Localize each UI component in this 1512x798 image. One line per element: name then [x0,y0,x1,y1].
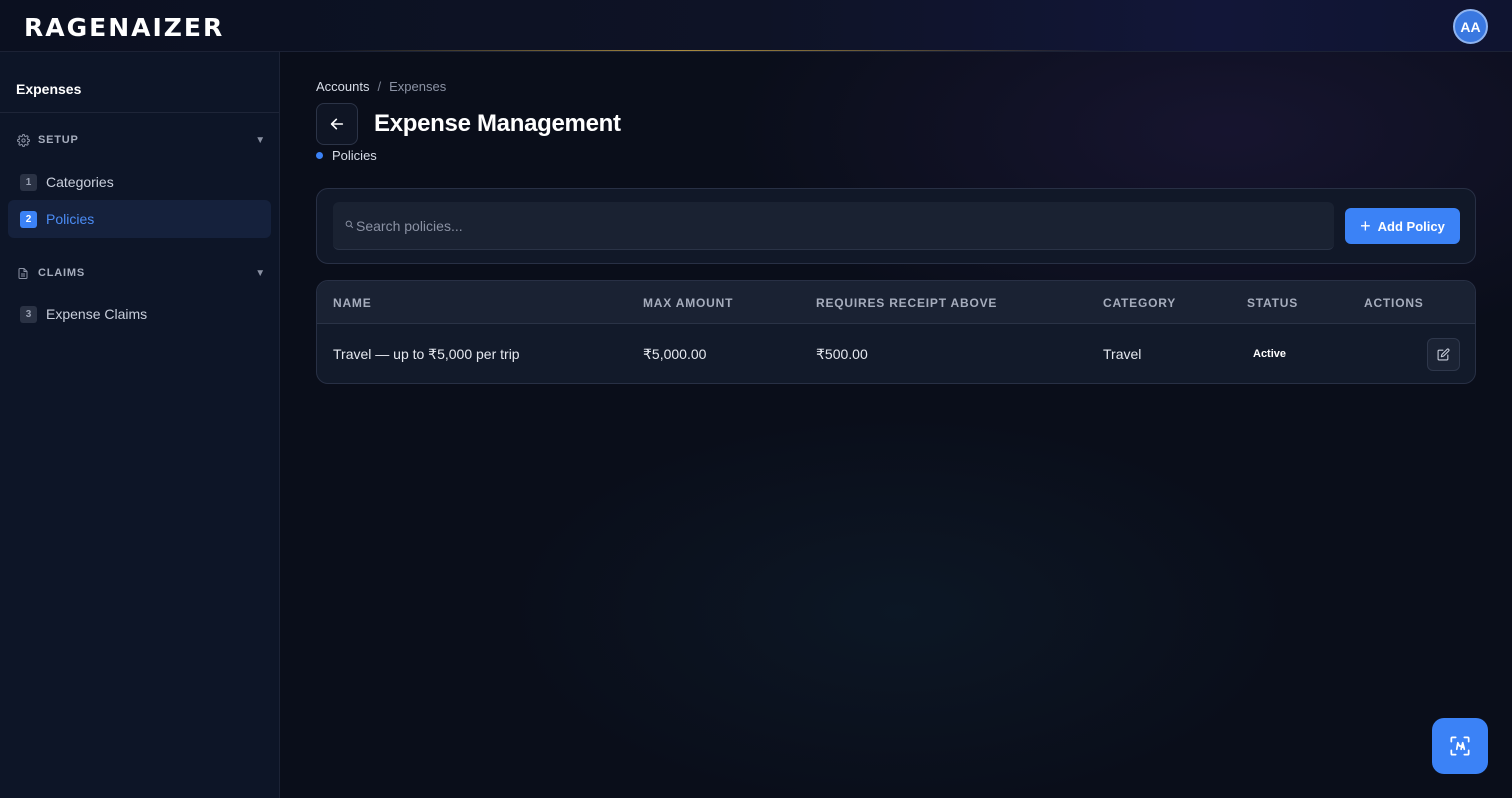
gear-icon [16,133,30,147]
current-section-indicator: Policies [316,148,377,163]
nav-number-badge: 3 [20,305,37,323]
sidebar-item-categories[interactable]: 1 Categories [8,163,271,201]
search-box[interactable] [333,202,1334,250]
policies-table: NAME MAX AMOUNT REQUIRES RECEIPT ABOVE C… [316,280,1476,384]
search-panel: + Add Policy [316,188,1476,264]
assistant-icon [1450,736,1470,756]
column-header-receipt-above[interactable]: REQUIRES RECEIPT ABOVE [816,281,997,324]
cell-receipt-above: ₹500.00 [816,345,868,362]
sidebar-item-label: Expense Claims [46,306,148,322]
main-content: Accounts / Expenses Expense Management P… [280,52,1512,798]
sidebar-item-label: Policies [46,211,95,227]
column-header-max-amount[interactable]: MAX AMOUNT [643,281,733,324]
sidebar-item-label: Categories [46,174,114,190]
sidebar: Expenses SETUP ▼ 1 Categories 2 Policies… [0,52,280,798]
current-section-label: Policies [332,148,377,163]
table-header: NAME MAX AMOUNT REQUIRES RECEIPT ABOVE C… [317,281,1475,324]
add-policy-label: Add Policy [1377,218,1445,234]
breadcrumb-separator: / [377,79,382,94]
section-label-setup: SETUP [38,134,79,146]
top-bar: RAGENAIZER AA [0,0,1512,52]
sidebar-divider [0,112,279,113]
table-row[interactable]: Travel — up to ₹5,000 per trip ₹5,000.00… [317,324,1475,383]
sidebar-title: Expenses [16,81,82,97]
column-header-name[interactable]: NAME [333,281,372,324]
cell-name: Travel — up to ₹5,000 per trip [333,345,520,362]
cell-status: Active [1247,324,1292,383]
chevron-down-icon: ▼ [255,134,266,146]
nav-number-badge: 1 [20,173,37,191]
assistant-fab-button[interactable] [1432,718,1488,774]
arrow-left-icon [330,118,344,130]
cell-category: Travel [1103,346,1142,362]
document-icon [16,266,30,280]
add-policy-button[interactable]: + Add Policy [1345,208,1460,244]
column-header-status[interactable]: STATUS [1247,281,1298,324]
status-dot [316,152,323,159]
breadcrumb-accounts[interactable]: Accounts [316,79,369,94]
topbar-accent-line [330,50,1110,51]
back-button[interactable] [316,103,358,145]
app-logo[interactable]: RAGENAIZER [24,14,224,42]
edit-icon [1437,348,1450,361]
sidebar-item-policies[interactable]: 2 Policies [8,200,271,238]
section-header-claims[interactable]: CLAIMS ▼ [16,264,266,282]
section-header-setup[interactable]: SETUP ▼ [16,131,266,149]
cell-max-amount: ₹5,000.00 [643,345,707,362]
user-avatar[interactable]: AA [1453,9,1488,44]
column-header-category[interactable]: CATEGORY [1103,281,1176,324]
search-icon [345,220,354,232]
column-header-actions: ACTIONS [1364,295,1424,310]
sidebar-item-expense-claims[interactable]: 3 Expense Claims [8,295,271,333]
search-input[interactable] [356,217,1256,234]
page-title: Expense Management [374,110,621,137]
plus-icon: + [1360,216,1371,236]
edit-button[interactable] [1427,338,1460,371]
breadcrumb-expenses: Expenses [389,79,447,94]
section-label-claims: CLAIMS [38,267,85,279]
nav-number-badge: 2 [20,210,37,228]
status-badge: Active [1253,348,1287,360]
chevron-down-icon: ▼ [255,267,266,279]
breadcrumb: Accounts / Expenses [316,79,446,94]
